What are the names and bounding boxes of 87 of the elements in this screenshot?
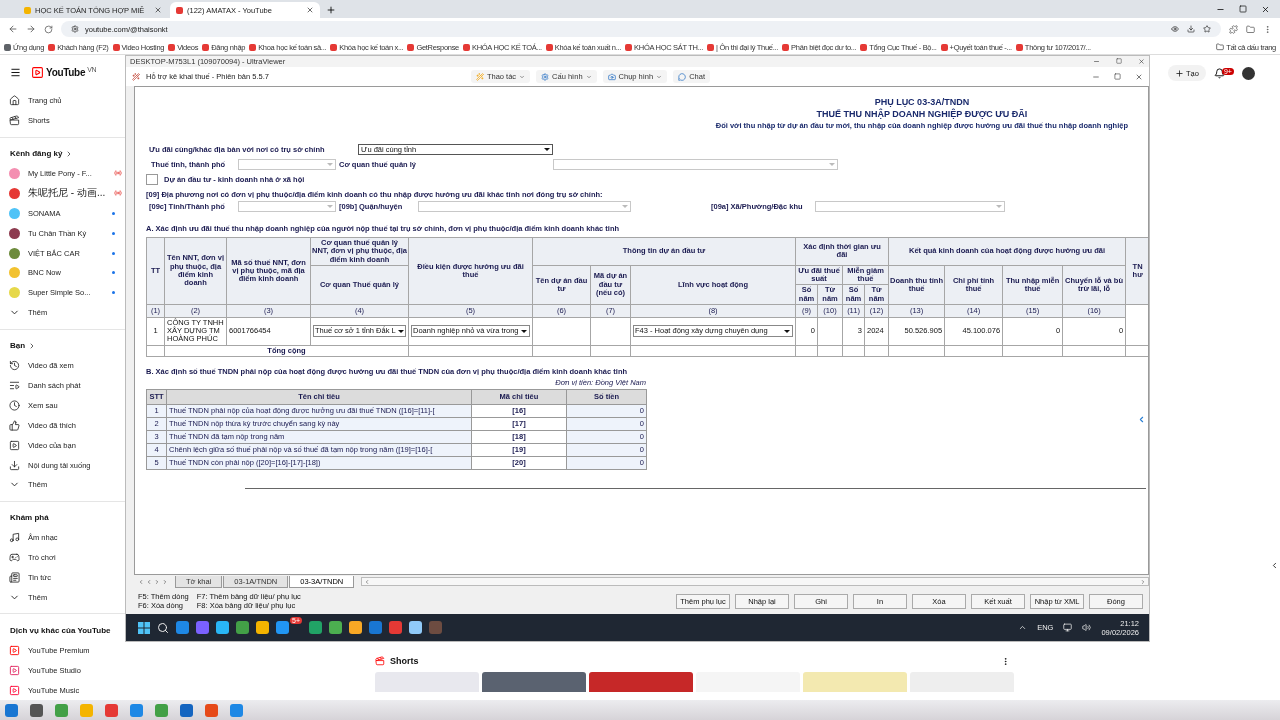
gear-icon — [541, 72, 550, 81]
eye-icon — [1171, 25, 1179, 33]
form-title: THUẾ THU NHẬP DOANH NGHIỆP ĐƯỢC ƯU ĐÃI — [816, 109, 1028, 119]
app-icon[interactable] — [155, 703, 168, 717]
windows-logo-icon[interactable] — [138, 621, 150, 634]
restore-icon[interactable] — [1114, 72, 1121, 80]
speaker-icon[interactable] — [1082, 623, 1092, 632]
new-tab-icon[interactable] — [326, 5, 336, 15]
close-icon[interactable] — [154, 6, 162, 14]
app-icon[interactable] — [389, 621, 402, 634]
section-title: Shorts — [390, 656, 419, 666]
plus-icon — [1175, 68, 1184, 78]
gamepad-icon — [9, 552, 20, 564]
shorts-icon — [375, 656, 385, 666]
app-icon[interactable] — [55, 703, 68, 717]
app-icon[interactable] — [180, 703, 193, 717]
app-icon[interactable] — [176, 621, 189, 634]
thumbs-up-icon — [9, 419, 20, 431]
reload-icon[interactable] — [44, 24, 53, 34]
close-icon[interactable] — [306, 6, 314, 14]
app-icon[interactable] — [30, 703, 43, 717]
download-icon — [9, 459, 20, 471]
video-thumbnail[interactable] — [589, 672, 693, 692]
app-icon[interactable] — [409, 621, 422, 634]
more-icon[interactable] — [1001, 656, 1010, 666]
collapse-icon[interactable] — [1137, 415, 1146, 424]
avatar[interactable] — [1241, 66, 1255, 80]
chat-icon — [678, 72, 687, 81]
clock-icon — [9, 399, 20, 411]
menu-icon[interactable] — [10, 67, 21, 79]
app-icon[interactable] — [230, 703, 243, 717]
maximize-icon[interactable] — [1116, 58, 1122, 64]
camera-icon — [607, 72, 616, 81]
chevron-up-icon[interactable] — [1018, 623, 1028, 632]
app-icon[interactable] — [309, 621, 322, 634]
site-settings-icon — [71, 25, 79, 33]
close-icon[interactable] — [1261, 5, 1270, 14]
caret-icon — [656, 73, 663, 80]
app-icon[interactable] — [236, 621, 249, 634]
clapperboard-icon — [9, 115, 20, 127]
play-logo-icon — [9, 644, 20, 656]
section-heading[interactable]: Bạn — [0, 335, 125, 356]
sheet-navigation-icon[interactable] — [138, 578, 168, 585]
star-icon[interactable] — [1203, 25, 1211, 33]
folder-icon — [1216, 43, 1225, 51]
play-logo-icon — [9, 664, 20, 676]
app-icon[interactable] — [256, 621, 269, 634]
maximize-icon[interactable] — [1239, 5, 1247, 13]
app-icon[interactable] — [276, 621, 289, 634]
back-icon[interactable] — [8, 24, 18, 34]
app-icon[interactable] — [105, 703, 118, 717]
video-thumbnail[interactable] — [803, 672, 907, 692]
sidebar-item[interactable]: 朱呢托尼 - 动画... — [0, 183, 125, 204]
chevron-left-icon[interactable] — [1270, 561, 1279, 570]
section-heading: Dịch vụ khác của YouTube — [9, 624, 112, 637]
video-thumbnail[interactable] — [482, 672, 586, 692]
forward-icon[interactable] — [26, 24, 36, 34]
section-heading: Khám phá — [9, 512, 50, 525]
folder-icon[interactable] — [1246, 24, 1255, 34]
monitor-icon[interactable] — [1063, 623, 1073, 632]
music-note-icon — [9, 532, 20, 544]
app-icon[interactable] — [130, 703, 143, 717]
form-heading: PHỤ LỤC 03-3A/TNDN — [874, 97, 970, 107]
playlist-icon — [9, 379, 20, 391]
play-logo-icon — [9, 684, 20, 696]
app-icon[interactable] — [216, 621, 229, 634]
scroll-left-icon[interactable] — [364, 578, 371, 585]
search-icon[interactable] — [157, 621, 169, 634]
newspaper-icon — [9, 572, 20, 584]
play-square-icon — [9, 439, 20, 451]
close-icon[interactable] — [1135, 72, 1143, 81]
checkbox[interactable] — [146, 174, 158, 185]
wand-icon — [475, 72, 484, 81]
download-icon — [1187, 25, 1195, 33]
caret-icon — [519, 73, 526, 80]
history-icon — [9, 360, 20, 372]
scrollbar[interactable] — [361, 577, 1149, 586]
extensions-icon[interactable] — [1229, 24, 1238, 34]
section-heading[interactable]: Kênh đăng ký — [0, 143, 125, 164]
home-icon — [9, 95, 20, 107]
app-logo-icon — [132, 72, 140, 81]
scroll-right-icon[interactable] — [1140, 578, 1146, 585]
app-icon[interactable] — [329, 621, 342, 634]
app-icon[interactable] — [5, 703, 18, 717]
app-icon[interactable] — [349, 621, 362, 634]
app-icon[interactable] — [205, 703, 218, 717]
caret-icon — [585, 73, 592, 80]
